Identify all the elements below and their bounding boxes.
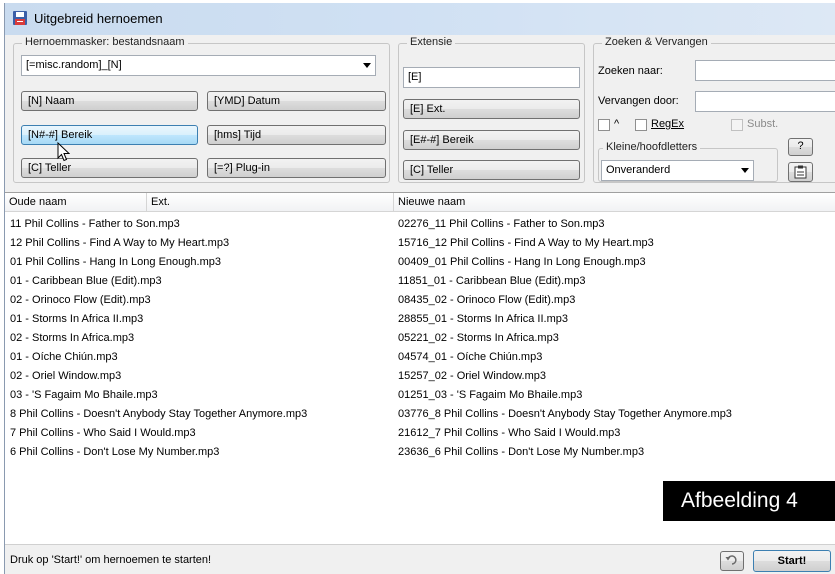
header-ext[interactable]: Ext. xyxy=(147,193,394,212)
start-button[interactable]: Start! xyxy=(753,550,831,572)
status-text: Druk op 'Start!' om hernoemen te starten… xyxy=(10,554,212,566)
caret-checkbox[interactable] xyxy=(598,119,610,131)
list-item[interactable]: 23636_6 Phil Collins - Don't Lose My Num… xyxy=(398,443,732,462)
regex-checkbox[interactable] xyxy=(635,119,647,131)
list-item[interactable]: 02 - Storms In Africa.mp3 xyxy=(10,329,307,348)
old-names-column: 11 Phil Collins - Father to Son.mp3 12 Ph… xyxy=(10,215,307,462)
replace-input[interactable] xyxy=(695,91,835,112)
list-item[interactable]: 03776_8 Phil Collins - Doesn't Anybody S… xyxy=(398,405,732,424)
list-item[interactable]: 28855_01 - Storms In Africa II.mp3 xyxy=(398,310,732,329)
mask-input[interactable]: [=misc.random]_[N] xyxy=(21,55,376,76)
copy-button[interactable] xyxy=(788,162,813,182)
header-new-name[interactable]: Nieuwe naam xyxy=(394,193,835,212)
mouse-pointer-icon xyxy=(57,142,70,162)
list-item[interactable]: 15257_02 - Oriel Window.mp3 xyxy=(398,367,732,386)
extension-input[interactable]: [E] xyxy=(403,67,580,88)
title-bar: Uitgebreid hernoemen xyxy=(5,3,835,35)
insert-counter-button[interactable]: [C] Teller xyxy=(21,158,198,178)
status-bar: Druk op 'Start!' om hernoemen te starten… xyxy=(5,544,835,574)
extension-group-legend: Extensie xyxy=(407,36,456,48)
list-item[interactable]: 01251_03 - 'S Fagaim Mo Bhaile.mp3 xyxy=(398,386,732,405)
floppy-disk-icon xyxy=(13,11,27,25)
list-item[interactable]: 02 - Orinoco Flow (Edit).mp3 xyxy=(10,291,307,310)
insert-time-button[interactable]: [hms] Tijd xyxy=(207,125,386,145)
insert-ext-button[interactable]: [E] Ext. xyxy=(403,99,580,119)
insert-date-button[interactable]: [YMD] Datum xyxy=(207,91,386,111)
mask-group-legend: Hernoemmasker: bestandsnaam xyxy=(22,36,188,48)
list-item[interactable]: 08435_02 - Orinoco Flow (Edit).mp3 xyxy=(398,291,732,310)
mask-input-value: [=misc.random]_[N] xyxy=(26,59,122,71)
list-item[interactable]: 01 - Caribbean Blue (Edit).mp3 xyxy=(10,272,307,291)
list-item[interactable]: 11851_01 - Caribbean Blue (Edit).mp3 xyxy=(398,272,732,291)
clipboard-icon xyxy=(794,165,807,179)
list-item[interactable]: 6 Phil Collins - Don't Lose My Number.mp… xyxy=(10,443,307,462)
undo-icon xyxy=(725,555,737,565)
list-item[interactable]: 05221_02 - Storms In Africa.mp3 xyxy=(398,329,732,348)
list-item[interactable]: 21612_7 Phil Collins - Who Said I Would.… xyxy=(398,424,732,443)
chevron-down-icon[interactable] xyxy=(363,63,371,68)
header-old-name[interactable]: Oude naam xyxy=(5,193,147,212)
replace-label: Vervangen door: xyxy=(598,95,679,107)
list-item[interactable]: 12 Phil Collins - Find A Way to My Heart… xyxy=(10,234,307,253)
list-item[interactable]: 15716_12 Phil Collins - Find A Way to My… xyxy=(398,234,732,253)
case-select[interactable]: Onveranderd xyxy=(601,160,754,181)
list-item[interactable]: 02276_11 Phil Collins - Father to Son.mp… xyxy=(398,215,732,234)
regex-label: RegEx xyxy=(651,118,685,130)
insert-name-button[interactable]: [N] Naam xyxy=(21,91,198,111)
case-group-legend: Kleine/hoofdletters xyxy=(603,141,701,153)
subst-label: Subst. xyxy=(747,118,779,130)
insert-ext-range-button[interactable]: [E#-#] Bereik xyxy=(403,130,580,150)
list-item[interactable]: 03 - 'S Fagaim Mo Bhaile.mp3 xyxy=(10,386,307,405)
undo-button[interactable] xyxy=(720,551,744,571)
list-item[interactable]: 01 - Storms In Africa II.mp3 xyxy=(10,310,307,329)
list-item[interactable]: 01 Phil Collins - Hang In Long Enough.mp… xyxy=(10,253,307,272)
new-names-column: 02276_11 Phil Collins - Father to Son.mp… xyxy=(398,215,732,462)
list-item[interactable]: 11 Phil Collins - Father to Son.mp3 xyxy=(10,215,307,234)
list-item[interactable]: 8 Phil Collins - Doesn't Anybody Stay To… xyxy=(10,405,307,424)
list-item[interactable]: 01 - Oíche Chiún.mp3 xyxy=(10,348,307,367)
list-item[interactable]: 02 - Oriel Window.mp3 xyxy=(10,367,307,386)
insert-range-button[interactable]: [N#-#] Bereik xyxy=(21,125,198,145)
find-input[interactable] xyxy=(695,60,835,81)
search-replace-legend: Zoeken & Vervangen xyxy=(602,36,711,48)
list-header: Oude naam Ext. Nieuwe naam xyxy=(5,193,835,212)
find-label: Zoeken naar: xyxy=(598,65,663,77)
list-item[interactable]: 7 Phil Collins - Who Said I Would.mp3 xyxy=(10,424,307,443)
list-item[interactable]: 00409_01 Phil Collins - Hang In Long Eno… xyxy=(398,253,732,272)
insert-plugin-button[interactable]: [=?] Plug-in xyxy=(207,158,386,178)
subst-checkbox[interactable] xyxy=(731,119,743,131)
caret-label: ^ xyxy=(614,118,620,130)
insert-ext-counter-button[interactable]: [C] Teller xyxy=(403,160,580,180)
chevron-down-icon[interactable] xyxy=(741,168,749,173)
help-button[interactable]: ? xyxy=(788,138,813,156)
window-title: Uitgebreid hernoemen xyxy=(34,11,163,26)
list-item[interactable]: 04574_01 - Oíche Chiún.mp3 xyxy=(398,348,732,367)
case-select-value: Onveranderd xyxy=(606,164,671,176)
figure-caption: Afbeelding 4 xyxy=(663,481,835,521)
